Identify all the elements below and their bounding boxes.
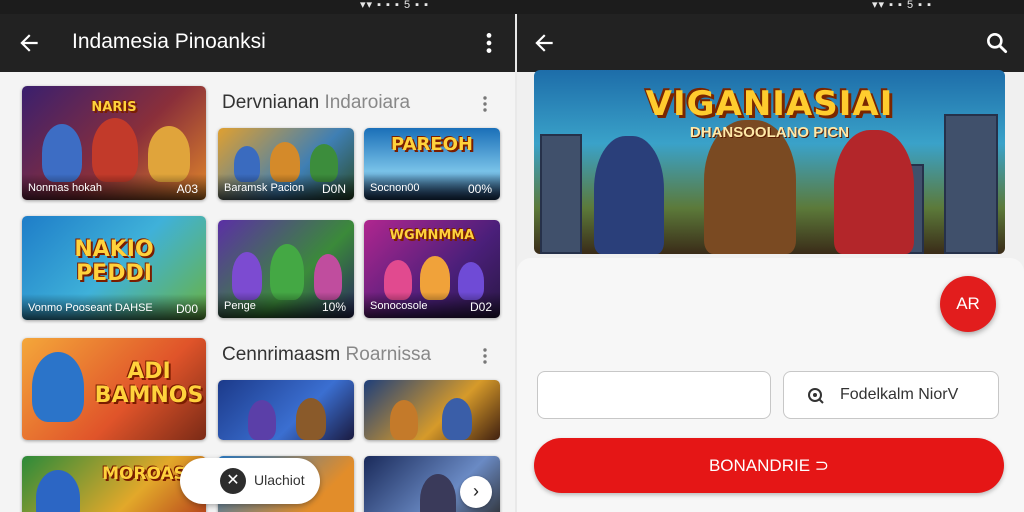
hero-banner[interactable]: VIGANIASIAI DHANSOOLANO PICN xyxy=(534,70,1005,254)
tile-caption: Sonocosole xyxy=(370,300,428,312)
section-heading: Dervnianan Indaroiara xyxy=(222,92,410,114)
back-arrow-icon[interactable] xyxy=(531,30,557,56)
tile-logo: WGMNMMA xyxy=(389,228,475,243)
status-bar: ▾▾ ▪ ▪ ▪ 5 ▪ ▪ ▾▾ ▪ ▪ 5 ▪ ▪ xyxy=(0,0,1024,14)
left-app-bar: Indamesia Pinoanksi xyxy=(0,14,515,72)
hero-title: VIGANIASIAI xyxy=(645,84,894,124)
section-heading-main: Dervnianan xyxy=(222,92,320,113)
game-tile[interactable]: Penge 10% xyxy=(218,220,354,318)
game-tile[interactable]: PAREOH Socnon00 00% xyxy=(364,128,500,200)
hero-tagline: DHANSOOLANO PICN xyxy=(689,124,850,141)
tile-number: A03 xyxy=(176,182,198,196)
section-more-icon[interactable] xyxy=(481,94,489,114)
tile-logo: NAKIO PEDDI xyxy=(74,237,154,286)
page-title: Indamesia Pinoanksi xyxy=(72,30,266,53)
game-tile[interactable]: Baramsk Pacion D0N xyxy=(218,128,354,200)
tile-number: 10% xyxy=(321,300,346,314)
right-app-bar xyxy=(517,14,1024,72)
dismiss-chip-label: Ulachiot xyxy=(254,472,305,488)
dismiss-chip[interactable]: ✕ Ulachiot xyxy=(180,458,320,504)
search-icon[interactable] xyxy=(984,30,1010,56)
section-heading: Cennrimaasm Roarnissa xyxy=(222,344,431,366)
section-heading-sub: Roarnissa xyxy=(345,344,432,365)
section-more-icon[interactable] xyxy=(481,346,489,366)
back-arrow-icon[interactable] xyxy=(16,30,42,56)
outline-action-button[interactable]: Fodelkalm NiorV xyxy=(783,371,999,419)
left-screen: Indamesia Pinoanksi NARIS Nonmas hokah A0… xyxy=(0,14,515,512)
text-input[interactable] xyxy=(537,371,771,419)
tile-logo: ADI BAMNOS xyxy=(94,359,204,408)
tile-number: 00% xyxy=(467,182,492,196)
status-icons-left: ▾▾ ▪ ▪ ▪ 5 ▪ ▪ xyxy=(360,0,429,11)
game-tile[interactable]: NARIS Nonmas hokah A03 xyxy=(22,86,206,200)
right-screen: VIGANIASIAI DHANSOOLANO PICN AR Fodelkal… xyxy=(517,14,1024,512)
section-heading-sub: Indaroiara xyxy=(324,92,411,113)
tile-caption: Vonmo Pooseant DAHSE xyxy=(28,302,153,314)
tile-logo: NARIS xyxy=(91,100,137,115)
ar-fab-button[interactable]: AR xyxy=(940,276,996,332)
primary-action-button[interactable]: BONANDRIE ⊃ xyxy=(534,438,1004,493)
tile-caption: Baramsk Pacion xyxy=(224,182,305,194)
tile-number: D00 xyxy=(175,302,198,316)
search-icon xyxy=(808,388,824,404)
tile-caption: Penge xyxy=(224,300,256,312)
tile-caption: Socnon00 xyxy=(370,182,420,194)
status-icons-right: ▾▾ ▪ ▪ 5 ▪ ▪ xyxy=(872,0,933,11)
game-tile[interactable]: MOROAS xyxy=(22,456,206,512)
next-arrow-button[interactable]: › xyxy=(460,476,492,508)
tile-logo: PAREOH xyxy=(391,134,473,155)
game-tile[interactable]: ADI BAMNOS xyxy=(22,338,206,440)
game-tile[interactable]: NAKIO PEDDI Vonmo Pooseant DAHSE D00 xyxy=(22,216,206,320)
tile-caption: Nonmas hokah xyxy=(28,182,102,194)
game-tile[interactable] xyxy=(364,380,500,440)
game-tile[interactable]: WGMNMMA Sonocosole D02 xyxy=(364,220,500,318)
close-icon[interactable]: ✕ xyxy=(220,468,246,494)
tile-number: D0N xyxy=(321,182,346,196)
outline-action-label: Fodelkalm NiorV xyxy=(840,386,959,403)
section-heading-main: Cennrimaasm xyxy=(222,344,341,365)
tile-number: D02 xyxy=(469,300,492,314)
more-vert-icon[interactable] xyxy=(479,30,499,56)
game-tile[interactable] xyxy=(218,380,354,440)
